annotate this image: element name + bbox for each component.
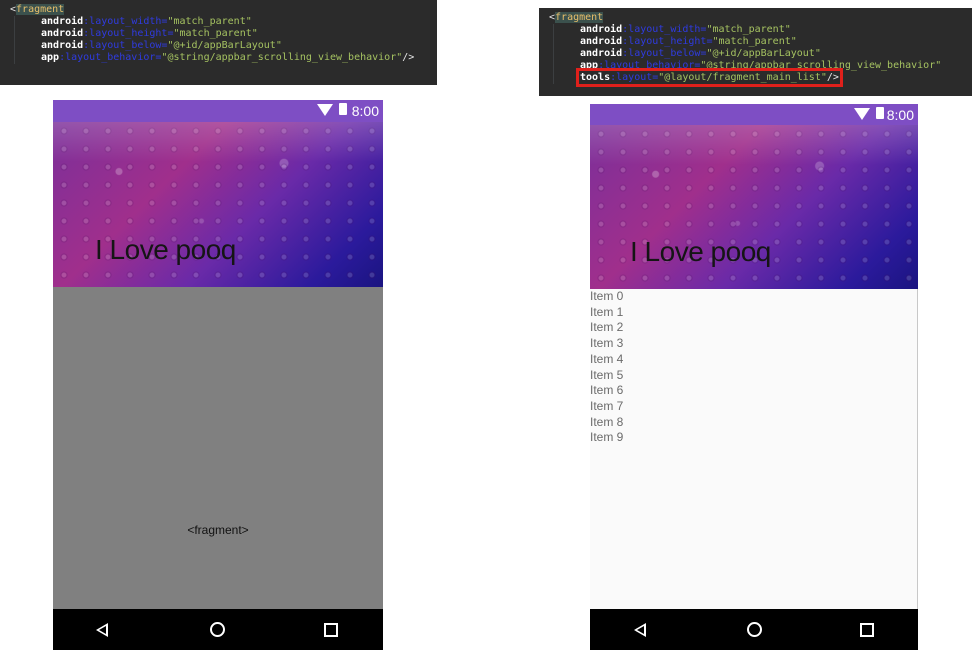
- code-attribute: :layout_height=: [83, 28, 174, 39]
- code-value: "@+id/appBarLayout": [167, 40, 282, 51]
- code-attribute: :layout_width=: [83, 16, 168, 27]
- banner-glow: [53, 122, 383, 162]
- code-line: app:layout_behavior="@string/appbar_scro…: [580, 60, 972, 72]
- code-attribute: :layout_width=: [622, 24, 707, 35]
- code-namespace: android: [41, 40, 84, 51]
- code-attribute: :layout_below=: [83, 40, 168, 51]
- code-value: "@layout/fragment_main_list": [658, 72, 827, 83]
- code-attribute: :layout_behavior=: [598, 60, 701, 71]
- battery-icon: [339, 103, 347, 115]
- home-icon[interactable]: [210, 622, 225, 637]
- code-close: />: [402, 52, 415, 63]
- home-icon[interactable]: [747, 622, 762, 637]
- tag-name: fragment: [555, 12, 604, 23]
- status-time: 8:00: [351, 103, 379, 119]
- recents-icon[interactable]: [324, 623, 338, 637]
- app-bar-banner: I Love pooq: [590, 125, 918, 289]
- list-item[interactable]: Item 5: [590, 368, 917, 384]
- tag-name: fragment: [16, 4, 65, 15]
- back-icon[interactable]: [96, 623, 108, 637]
- fragment-label: <fragment>: [187, 523, 249, 537]
- code-line: android:layout_width="match_parent": [580, 24, 972, 36]
- list-item[interactable]: Item 2: [590, 320, 917, 336]
- right-code-editor: <fragment android:layout_width="match_pa…: [539, 8, 972, 96]
- code-attribute: :layout_behavior=: [59, 52, 162, 63]
- code-namespace: android: [580, 36, 623, 47]
- code-attribute: :layout_height=: [622, 36, 713, 47]
- code-namespace: android: [41, 28, 84, 39]
- highlight-box: tools:layout="@layout/fragment_main_list…: [576, 68, 843, 87]
- list-item[interactable]: Item 8: [590, 415, 917, 431]
- right-phone-preview: 8:00 I Love pooq Item 0 Item 1 Item 2 It…: [590, 104, 918, 650]
- code-line: android:layout_below="@+id/appBarLayout": [580, 48, 972, 60]
- banner-title: I Love pooq: [95, 234, 236, 265]
- code-namespace: app: [41, 52, 60, 63]
- list-item[interactable]: Item 7: [590, 399, 917, 415]
- list-item[interactable]: Item 4: [590, 352, 917, 368]
- left-phone-preview: 8:00 I Love pooq <fragment>: [53, 100, 383, 650]
- recents-icon[interactable]: [860, 623, 874, 637]
- status-bar: 8:00: [53, 100, 383, 122]
- code-value: "@+id/appBarLayout": [706, 48, 821, 59]
- list-item[interactable]: Item 6: [590, 383, 917, 399]
- code-line-highlighted: tools:layout="@layout/fragment_main_list…: [576, 68, 972, 87]
- list-item[interactable]: Item 0: [590, 289, 917, 305]
- list-item[interactable]: Item 1: [590, 305, 917, 321]
- code-close: />: [826, 72, 839, 83]
- left-code-editor: <fragment android:layout_width="match_pa…: [0, 0, 437, 85]
- banner-title: I Love pooq: [630, 236, 771, 267]
- code-line-open: <fragment: [10, 4, 437, 16]
- list-item[interactable]: Item 9: [590, 430, 917, 446]
- code-attribute: :layout_below=: [622, 48, 707, 59]
- wifi-icon: [854, 108, 870, 120]
- code-line: android:layout_height="match_parent": [41, 28, 437, 40]
- code-value: "match_parent": [706, 24, 791, 35]
- list-item[interactable]: Item 3: [590, 336, 917, 352]
- status-time: 8:00: [886, 107, 914, 123]
- code-namespace: tools: [580, 72, 611, 83]
- code-namespace: android: [41, 16, 84, 27]
- code-value: "match_parent": [167, 16, 252, 27]
- navigation-bar: [53, 609, 383, 650]
- fragment-list: Item 0 Item 1 Item 2 Item 3 Item 4 Item …: [590, 289, 918, 609]
- code-attributes: android:layout_width="match_parent" andr…: [553, 24, 972, 87]
- wifi-icon: [317, 104, 333, 116]
- code-value: "match_parent": [173, 28, 258, 39]
- fragment-placeholder: <fragment>: [53, 287, 383, 609]
- code-line-open: <fragment: [549, 12, 972, 24]
- code-attributes: android:layout_width="match_parent" andr…: [14, 16, 437, 64]
- code-line: app:layout_behavior="@string/appbar_scro…: [41, 52, 437, 64]
- code-namespace: app: [580, 60, 599, 71]
- code-namespace: android: [580, 48, 623, 59]
- code-value: "@string/appbar_scrolling_view_behavior": [161, 52, 403, 63]
- status-bar: 8:00: [590, 104, 918, 125]
- back-icon[interactable]: [634, 623, 646, 637]
- app-bar-banner: I Love pooq: [53, 122, 383, 287]
- code-line: android:layout_height="match_parent": [580, 36, 972, 48]
- code-namespace: android: [580, 24, 623, 35]
- code-attribute: :layout=: [610, 72, 659, 83]
- battery-icon: [876, 107, 884, 119]
- code-line: android:layout_width="match_parent": [41, 16, 437, 28]
- code-value: "match_parent": [712, 36, 797, 47]
- code-value: "@string/appbar_scrolling_view_behavior": [700, 60, 942, 71]
- banner-glow: [590, 125, 918, 165]
- code-line: android:layout_below="@+id/appBarLayout": [41, 40, 437, 52]
- navigation-bar: [590, 609, 918, 650]
